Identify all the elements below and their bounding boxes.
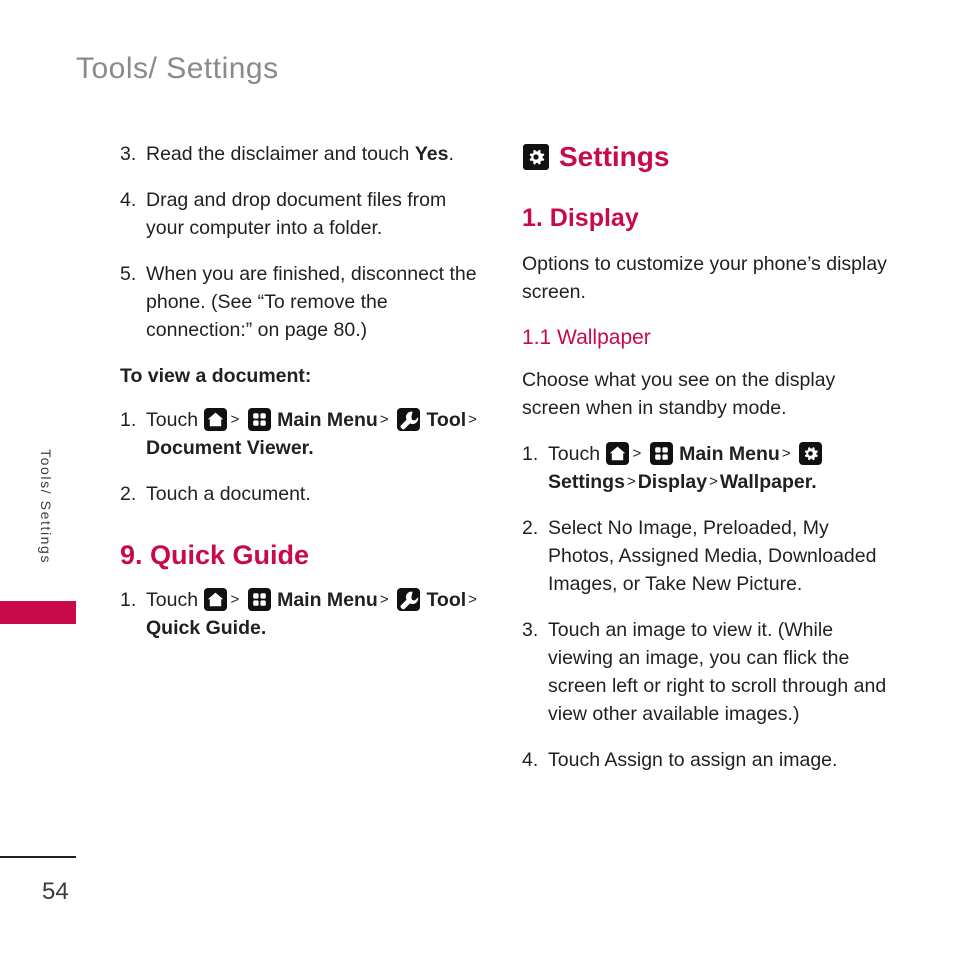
destination-label: Quick Guide. xyxy=(146,617,267,639)
list-item: 2. Touch a document. xyxy=(120,480,482,508)
grid-menu-icon xyxy=(649,442,673,465)
settings-label: Settings xyxy=(548,471,625,493)
list-item: 3. Read the disclaimer and touch Yes. xyxy=(120,140,482,168)
step-text: Touch a document. xyxy=(146,483,311,505)
step-number: 3. xyxy=(522,619,539,641)
chapter-title: Settings xyxy=(522,140,892,174)
touch-label: Touch xyxy=(548,443,601,465)
list-item: 4. Touch Assign to assign an image. xyxy=(522,746,892,774)
grid-menu-icon xyxy=(247,588,271,611)
separator-chevron: > xyxy=(230,411,240,428)
wrench-icon xyxy=(397,588,421,611)
step-number: 2. xyxy=(522,517,539,539)
main-menu-label: Main Menu xyxy=(277,589,378,611)
touch-label: Touch xyxy=(146,409,199,431)
tool-label: Tool xyxy=(426,409,467,431)
list-item: 1. Touch > Main Menu > Tool > Document View… xyxy=(120,406,482,462)
right-column: Settings 1. Display Options to customize… xyxy=(522,140,892,792)
subsection-heading-wallpaper: 1.1 Wallpaper xyxy=(522,326,651,349)
touch-label: Touch xyxy=(146,589,199,611)
home-icon xyxy=(204,588,228,611)
page-number: 54 xyxy=(42,878,69,905)
list-item: 3. Touch an image to view it. (While view… xyxy=(522,616,892,728)
display-label: Display xyxy=(637,471,708,493)
list-item: 5. When you are finished, disconnect the … xyxy=(120,260,482,344)
step-number: 2. xyxy=(120,483,137,505)
wrench-icon xyxy=(397,408,421,431)
tool-label: Tool xyxy=(426,589,467,611)
home-icon xyxy=(606,442,630,465)
step-text-bold: Yes xyxy=(414,143,449,165)
separator-chevron: > xyxy=(709,473,718,490)
chapter-title-label: Settings xyxy=(559,141,670,172)
separator-chevron: > xyxy=(781,445,791,462)
step-text-tail: . xyxy=(448,143,454,165)
main-menu-label: Main Menu xyxy=(277,409,378,431)
left-column: 3. Read the disclaimer and touch Yes. 4. D… xyxy=(120,140,482,660)
gear-icon xyxy=(523,144,549,170)
step-number: 1. xyxy=(120,589,137,611)
home-icon xyxy=(204,408,228,431)
step-number: 1. xyxy=(522,443,539,465)
list-item: 2. Select No Image, Preloaded, My Photos,… xyxy=(522,514,892,598)
subsection-intro-wallpaper: Choose what you see on the display scree… xyxy=(522,369,836,419)
separator-chevron: > xyxy=(468,411,477,428)
destination-label: Document Viewer. xyxy=(146,437,314,459)
separator-chevron: > xyxy=(468,591,477,608)
separator-chevron: > xyxy=(632,445,642,462)
wallpaper-label: Wallpaper. xyxy=(719,471,817,493)
list-item: 4. Drag and drop document files from your… xyxy=(120,186,482,242)
step-number: 5. xyxy=(120,263,137,285)
side-tab-label: Tools/ Settings xyxy=(38,449,54,565)
main-menu-label: Main Menu xyxy=(679,443,780,465)
list-item: 1. Touch > Main Menu > Tool > Quick Guide. xyxy=(120,586,482,642)
step-text: Touch Assign to assign an image. xyxy=(548,749,838,771)
step-number: 1. xyxy=(120,409,137,431)
separator-chevron: > xyxy=(379,411,389,428)
step-text: Select No Image, Preloaded, My Photos, A… xyxy=(548,517,877,595)
section-heading-display: 1. Display xyxy=(522,204,639,232)
step-text: When you are finished, disconnect the ph… xyxy=(146,263,477,341)
section-heading-quick-guide: 9. Quick Guide xyxy=(120,540,310,570)
step-number: 4. xyxy=(120,189,137,211)
list-item: 1. Touch > Main Menu > Settings > Display > Wa… xyxy=(522,440,892,496)
step-text: Touch an image to view it. (While viewin… xyxy=(548,619,887,725)
grid-menu-icon xyxy=(247,408,271,431)
step-text: Drag and drop document files from your c… xyxy=(146,189,447,239)
separator-chevron: > xyxy=(626,473,636,490)
gear-icon xyxy=(799,442,823,465)
side-tab-marker xyxy=(0,601,76,624)
separator-chevron: > xyxy=(379,591,389,608)
section-intro-display: Options to customize your phone’s displa… xyxy=(522,253,887,303)
separator-chevron: > xyxy=(230,591,240,608)
step-number: 3. xyxy=(120,143,137,165)
running-head: Tools/ Settings xyxy=(76,52,279,85)
footer-rule xyxy=(0,856,76,858)
step-text: Read the disclaimer and touch xyxy=(146,143,415,165)
subheading-to-view-a-document: To view a document: xyxy=(120,365,312,387)
step-number: 4. xyxy=(522,749,539,771)
